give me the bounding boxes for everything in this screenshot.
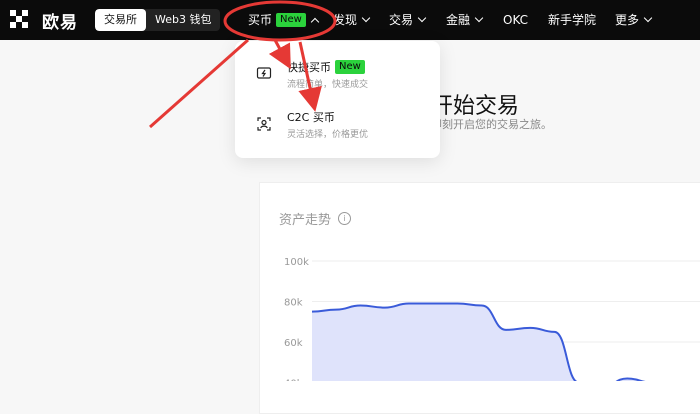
exchange-tab[interactable]: 交易所 (95, 9, 146, 31)
y-tick-label: 80k (284, 298, 303, 309)
nav-more[interactable]: 更多 (615, 0, 653, 40)
c2c-buy-title: C2C 买币 (287, 109, 335, 125)
nav-okc-label: OKC (503, 13, 529, 27)
buy-crypto-dropdown: 快捷买币 New 流程简单，快速成交 C2C 买币 灵活选择，价格更优 (235, 41, 440, 158)
nav-okc[interactable]: OKC (503, 0, 528, 40)
c2c-buy-description: 灵活选择，价格更优 (287, 130, 369, 140)
quick-buy-icon (256, 67, 272, 79)
new-badge: New (335, 60, 365, 74)
nav-academy[interactable]: 新手学院 (548, 0, 596, 40)
chevron-up-icon (310, 17, 320, 26)
quick-buy-label: 快捷买币 (287, 61, 331, 74)
chevron-down-icon (474, 13, 484, 23)
new-badge: New (276, 13, 306, 27)
platform-switch: 交易所 Web3 钱包 (95, 9, 221, 31)
nav-finance-label: 金融 (446, 13, 471, 27)
brand-name: 欧易 (42, 12, 78, 33)
nav-trade[interactable]: 交易 (389, 0, 427, 40)
nav-buy[interactable]: 买币 New (248, 0, 320, 40)
nav-buy-label: 买币 (248, 13, 273, 27)
quick-buy-title: 快捷买币 New (287, 59, 365, 75)
nav-trade-label: 交易 (389, 13, 414, 27)
web3-wallet-tab[interactable]: Web3 钱包 (146, 9, 220, 31)
nav-more-label: 更多 (615, 13, 640, 27)
c2c-buy-label: C2C 买币 (287, 111, 335, 124)
chevron-down-icon (361, 13, 371, 23)
y-tick-label: 100k (284, 257, 309, 268)
c2c-buy-menu-item[interactable]: C2C 买币 灵活选择，价格更优 (235, 109, 440, 149)
chevron-down-icon (417, 13, 427, 23)
nav-discover-label: 发现 (333, 13, 358, 27)
c2c-icon (257, 117, 271, 131)
y-tick-label: 60k (284, 338, 303, 349)
nav-finance[interactable]: 金融 (446, 0, 484, 40)
nav-discover[interactable]: 发现 (333, 0, 371, 40)
quick-buy-description: 流程简单，快速成交 (287, 80, 369, 90)
quick-buy-menu-item[interactable]: 快捷买币 New 流程简单，快速成交 (235, 59, 440, 99)
chevron-down-icon (643, 13, 653, 23)
top-nav-bar: 欧易 交易所 Web3 钱包 买币 New 发现 交易 金融 OKC 新手学院 … (0, 0, 700, 40)
okx-logo-icon (10, 10, 34, 30)
nav-academy-label: 新手学院 (548, 13, 597, 27)
brand-logo[interactable]: 欧易 (10, 10, 78, 33)
